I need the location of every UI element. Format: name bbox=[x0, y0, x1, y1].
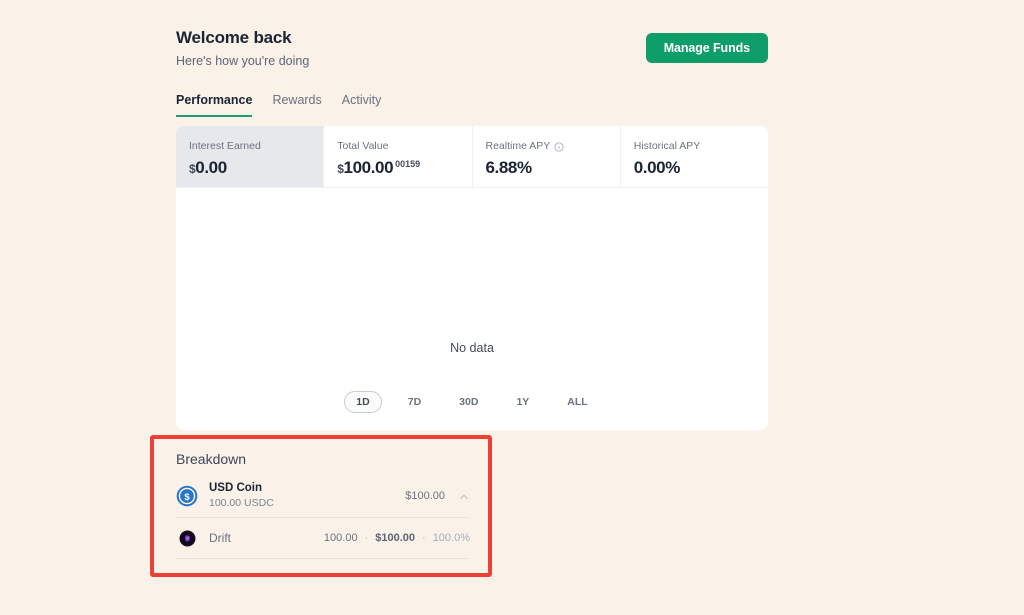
breakdown-card: Breakdown $ USD Coin 100.00 USDC $100.00 bbox=[154, 439, 488, 573]
position-metrics: 100.00 · $100.00 · 100.0% bbox=[324, 532, 470, 544]
tab-activity[interactable]: Activity bbox=[342, 93, 382, 117]
stat-label: Interest Earned bbox=[189, 140, 261, 152]
value-text: 0.00 bbox=[195, 158, 227, 177]
asset-balance: 100.00 USDC bbox=[209, 497, 274, 509]
stat-value: 0.00% bbox=[634, 158, 768, 178]
usdc-icon: $ bbox=[176, 485, 198, 507]
position-info: Drift bbox=[209, 529, 324, 547]
range-all[interactable]: ALL bbox=[555, 391, 599, 413]
position-share: 100.0% bbox=[432, 532, 470, 544]
breakdown-title: Breakdown bbox=[176, 451, 247, 467]
stat-realtime-apy: Realtime APY 6.88% bbox=[471, 126, 620, 187]
stat-label: Total Value bbox=[337, 140, 389, 152]
position-name: Drift bbox=[209, 531, 231, 545]
stat-label: Realtime APY bbox=[486, 140, 620, 153]
drift-icon bbox=[179, 530, 196, 547]
range-7d[interactable]: 7D bbox=[396, 391, 433, 413]
tab-bar: Performance Rewards Activity bbox=[176, 93, 381, 117]
stat-label: Historical APY bbox=[633, 140, 701, 152]
value-text: 0.00% bbox=[633, 158, 681, 177]
tab-performance[interactable]: Performance bbox=[176, 93, 253, 117]
value-fraction-superscript: 00159 bbox=[395, 159, 421, 169]
breakdown-section: Breakdown $ USD Coin 100.00 USDC $100.00 bbox=[150, 435, 492, 577]
time-range-selector: 1D 7D 30D 1Y ALL bbox=[176, 391, 768, 413]
stat-total-value: Total Value $100.00 00159 bbox=[323, 126, 471, 187]
info-icon[interactable] bbox=[554, 141, 564, 152]
stat-value: $0.00 bbox=[189, 158, 323, 179]
position-amount: 100.00 bbox=[323, 532, 358, 544]
metric-separator: · bbox=[422, 532, 426, 544]
asset-info: USD Coin 100.00 USDC bbox=[209, 482, 405, 510]
asset-name: USD Coin bbox=[209, 482, 263, 494]
asset-value: $100.00 bbox=[405, 490, 445, 502]
value-text: 6.88% bbox=[485, 158, 533, 177]
chevron-up-icon[interactable] bbox=[458, 490, 470, 502]
page-header: Welcome back Here's how you're doing Man… bbox=[176, 28, 768, 78]
breakdown-asset-row[interactable]: $ USD Coin 100.00 USDC $100.00 bbox=[176, 475, 470, 518]
manage-funds-button[interactable]: Manage Funds bbox=[645, 33, 768, 63]
breakdown-position-row[interactable]: Drift 100.00 · $100.00 · 100.0% bbox=[176, 518, 470, 559]
dashboard-page: Welcome back Here's how you're doing Man… bbox=[0, 0, 1024, 615]
svg-text:$: $ bbox=[184, 492, 190, 503]
performance-card: Interest Earned $0.00 Total Value $100.0… bbox=[176, 126, 768, 430]
range-30d[interactable]: 30D bbox=[447, 391, 490, 413]
tab-rewards[interactable]: Rewards bbox=[272, 93, 321, 117]
range-1d[interactable]: 1D bbox=[344, 391, 382, 413]
value-text: 100.00 bbox=[343, 158, 394, 177]
position-value: $100.00 bbox=[375, 532, 416, 544]
stat-value: 6.88% bbox=[486, 158, 620, 178]
stat-label-text: Realtime APY bbox=[485, 140, 551, 152]
stat-historical-apy: Historical APY 0.00% bbox=[619, 126, 768, 187]
chart-empty-message: No data bbox=[450, 341, 494, 355]
stat-interest-earned: Interest Earned $0.00 bbox=[176, 126, 324, 187]
range-1y[interactable]: 1Y bbox=[504, 391, 541, 413]
stats-row: Interest Earned $0.00 Total Value $100.0… bbox=[176, 126, 768, 188]
stat-value: $100.00 00159 bbox=[337, 158, 471, 180]
metric-separator: · bbox=[364, 532, 369, 544]
performance-chart: No data 1D 7D 30D 1Y ALL bbox=[176, 188, 768, 430]
